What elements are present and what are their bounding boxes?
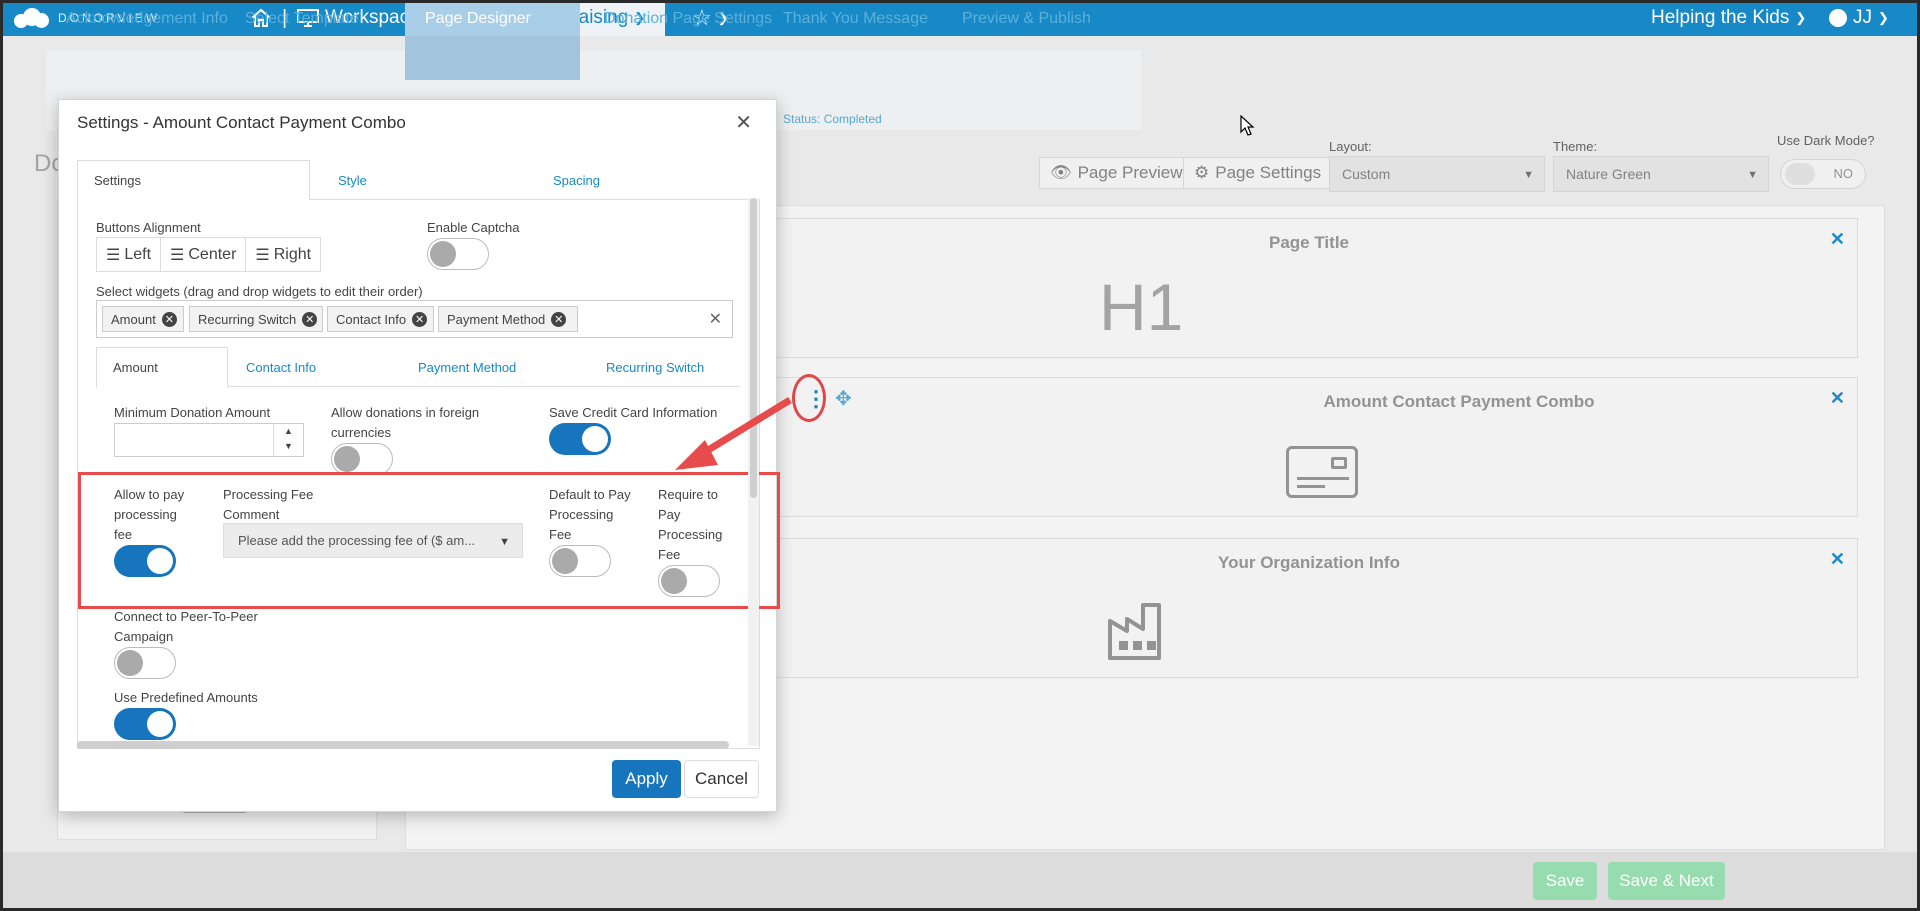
annotation-arrow-icon: [675, 397, 792, 470]
mouse-cursor-icon: [1240, 115, 1255, 136]
